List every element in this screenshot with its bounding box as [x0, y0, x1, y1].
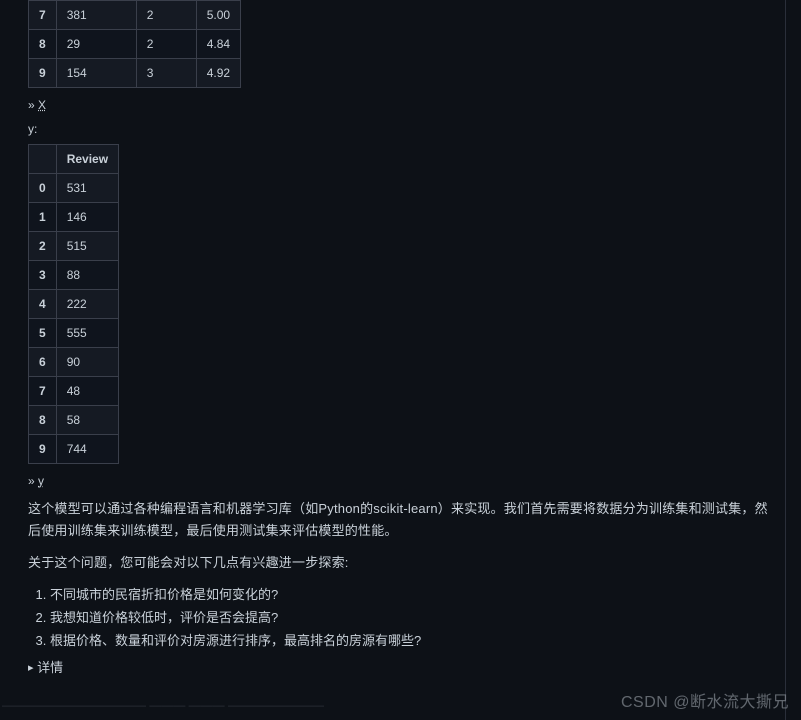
- list-item: 根据价格、数量和评价对房源进行排序，最高排名的房源有哪些?: [50, 630, 771, 653]
- link-y-row: » y: [28, 474, 771, 488]
- paragraph-2: 关于这个问题，您可能会对以下几点有兴趣进一步探索:: [28, 552, 771, 574]
- table-row: 858: [29, 406, 119, 435]
- table-cell: 515: [56, 232, 118, 261]
- table-cell: 146: [56, 203, 118, 232]
- link-x-prefix: »: [28, 98, 38, 112]
- table-row: 1146: [29, 203, 119, 232]
- table-cell: 2: [136, 1, 196, 30]
- link-y[interactable]: y: [38, 474, 44, 488]
- table-cell: 2: [136, 30, 196, 59]
- table-x-partial: 738125.0082924.84915434.92: [28, 0, 241, 88]
- link-y-prefix: »: [28, 474, 38, 488]
- table-row: 4222: [29, 290, 119, 319]
- table-row: 690: [29, 348, 119, 377]
- table-cell-index: 9: [29, 435, 57, 464]
- table-row: 2515: [29, 232, 119, 261]
- table-row: 0531: [29, 174, 119, 203]
- table-row: 748: [29, 377, 119, 406]
- table-cell: 555: [56, 319, 118, 348]
- details-toggle[interactable]: 详情: [28, 657, 771, 676]
- link-x-row: » X: [28, 98, 771, 112]
- list-item: 不同城市的民宿折扣价格是如何变化的?: [50, 584, 771, 607]
- table-cell-index: 4: [29, 290, 57, 319]
- table-cell: 4.84: [196, 30, 240, 59]
- table-cell-index: 5: [29, 319, 57, 348]
- table-cell: 29: [56, 30, 136, 59]
- table-y: Review 053111462515388422255556907488589…: [28, 144, 119, 464]
- table-cell: 58: [56, 406, 118, 435]
- table-y-header-blank: [29, 145, 57, 174]
- table-row: 82924.84: [29, 30, 241, 59]
- table-row: 915434.92: [29, 59, 241, 88]
- table-cell: 4.92: [196, 59, 240, 88]
- table-cell-index: 6: [29, 348, 57, 377]
- table-cell: 154: [56, 59, 136, 88]
- paragraph-1: 这个模型可以通过各种编程语言和机器学习库（如Python的scikit-lear…: [28, 498, 771, 542]
- table-cell: 5.00: [196, 1, 240, 30]
- link-x[interactable]: X: [38, 98, 46, 112]
- details-label: 详情: [37, 660, 63, 675]
- table-row: 5555: [29, 319, 119, 348]
- table-row: 9744: [29, 435, 119, 464]
- article-content: 738125.0082924.84915434.92 » X y: Review…: [0, 0, 786, 720]
- table-cell: 90: [56, 348, 118, 377]
- table-cell-index: 9: [29, 59, 57, 88]
- table-cell: 381: [56, 1, 136, 30]
- table-cell: 531: [56, 174, 118, 203]
- table-cell: 48: [56, 377, 118, 406]
- table-row: 738125.00: [29, 1, 241, 30]
- table-cell-index: 0: [29, 174, 57, 203]
- table-cell-index: 8: [29, 30, 57, 59]
- list-item: 我想知道价格较低时，评价是否会提高?: [50, 607, 771, 630]
- y-label: y:: [28, 122, 771, 136]
- table-cell-index: 3: [29, 261, 57, 290]
- table-cell: 744: [56, 435, 118, 464]
- table-y-header-review: Review: [56, 145, 118, 174]
- table-cell-index: 7: [29, 1, 57, 30]
- table-cell: 222: [56, 290, 118, 319]
- table-cell-index: 2: [29, 232, 57, 261]
- table-cell: 3: [136, 59, 196, 88]
- table-row: 388: [29, 261, 119, 290]
- table-cell-index: 8: [29, 406, 57, 435]
- table-cell-index: 7: [29, 377, 57, 406]
- table-cell-index: 1: [29, 203, 57, 232]
- explore-list: 不同城市的民宿折扣价格是如何变化的? 我想知道价格较低时，评价是否会提高? 根据…: [50, 584, 771, 652]
- table-cell: 88: [56, 261, 118, 290]
